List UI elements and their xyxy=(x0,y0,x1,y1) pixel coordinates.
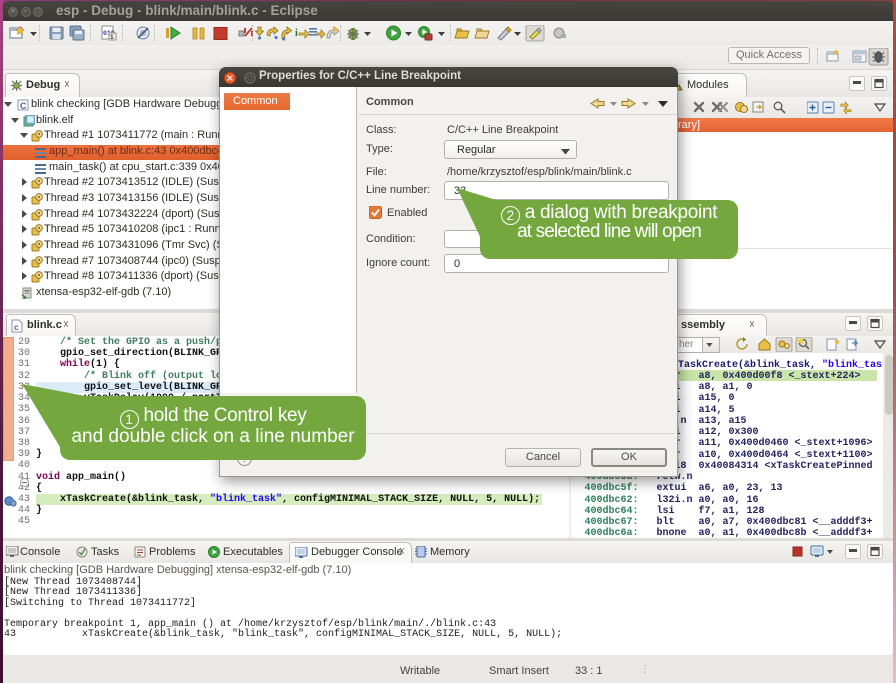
svg-text:1: 1 xyxy=(110,34,114,41)
svg-text:c: c xyxy=(14,323,19,332)
svg-text:C: C xyxy=(20,101,27,111)
svg-text:i: i xyxy=(295,28,298,39)
